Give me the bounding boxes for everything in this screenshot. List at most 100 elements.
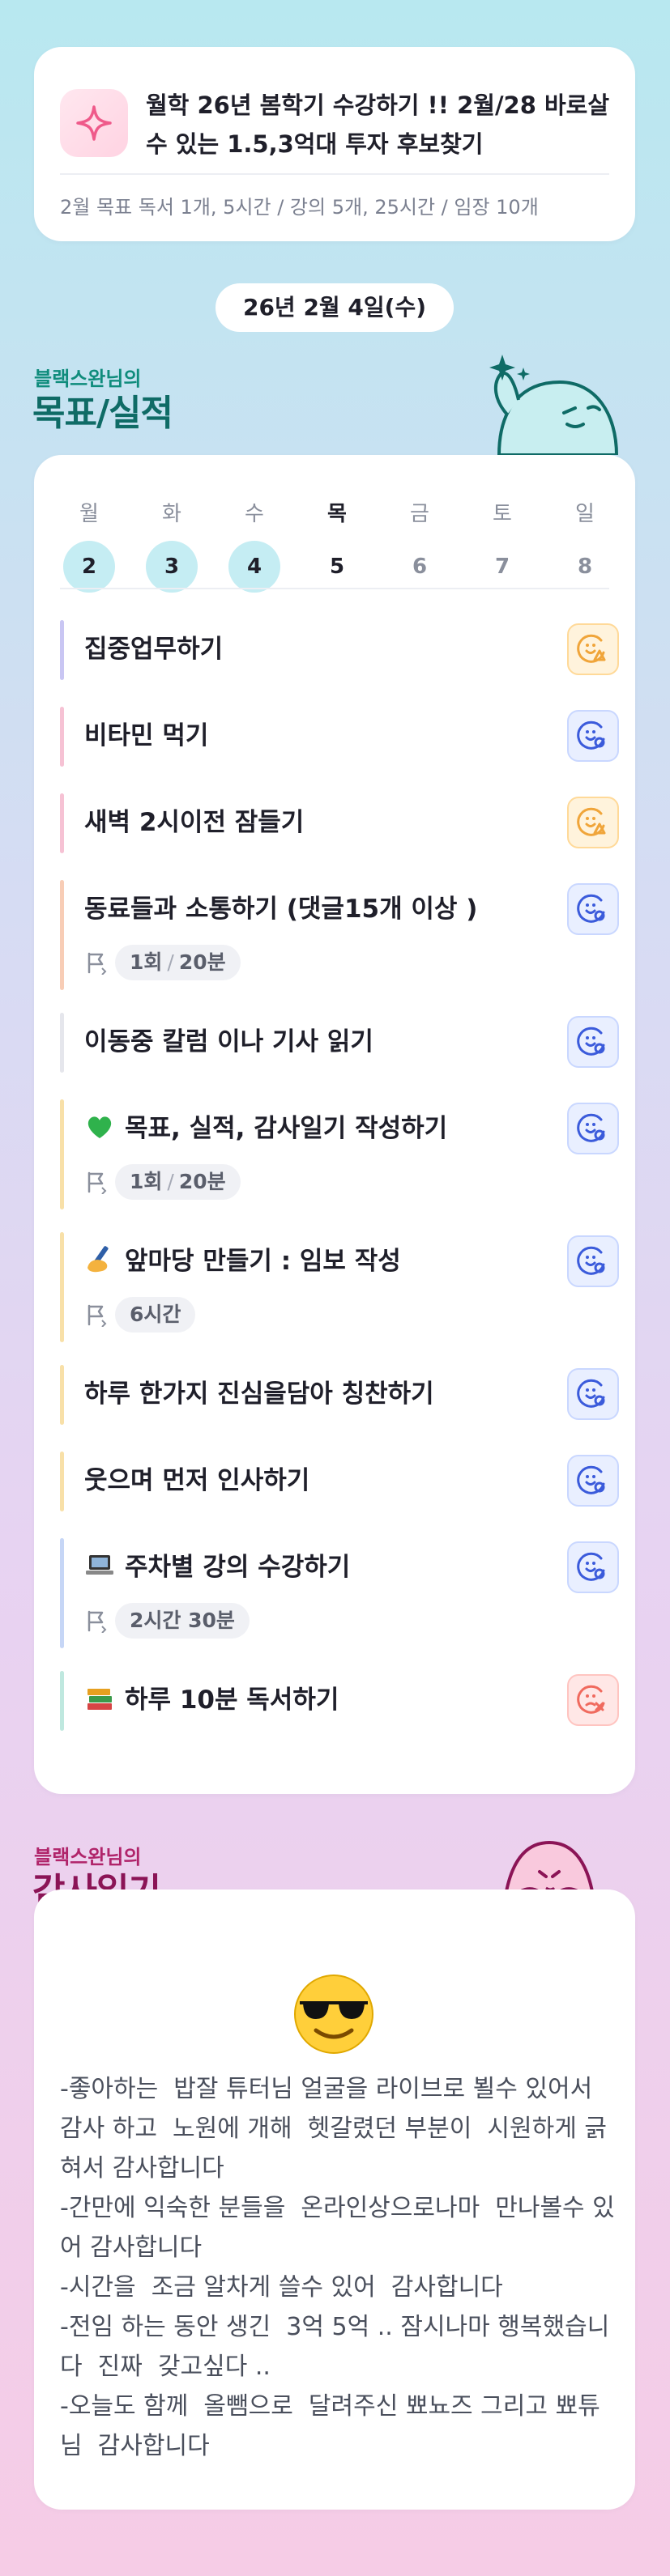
task-status-doing-button[interactable] bbox=[567, 1016, 619, 1068]
task-item[interactable]: 웃으며 먼저 인사하기 bbox=[60, 1452, 619, 1511]
task-status-doing-button[interactable] bbox=[567, 1103, 619, 1154]
task-meta: 1회/20분 bbox=[84, 943, 241, 982]
day-column-화[interactable]: 화3 bbox=[146, 497, 198, 593]
goals-section-title: 목표/실적 bbox=[32, 393, 173, 434]
day-column-목[interactable]: 목5 bbox=[311, 497, 363, 593]
task-item[interactable]: 비타민 먹기 bbox=[60, 707, 619, 767]
task-item[interactable]: 목표, 실적, 감사일기 작성하기 1회/20분 bbox=[60, 1099, 619, 1209]
task-count: 1회 bbox=[130, 950, 163, 974]
task-status-doing-button[interactable] bbox=[567, 883, 619, 935]
day-column-토[interactable]: 토7 bbox=[476, 497, 528, 593]
day-column-금[interactable]: 금6 bbox=[394, 497, 446, 593]
task-color-bar bbox=[60, 1013, 64, 1073]
task-color-bar bbox=[60, 707, 64, 767]
sunglasses-face-icon bbox=[292, 1972, 376, 2056]
ghost-mascot-icon bbox=[483, 350, 621, 457]
task-progress-chip: 2시간 30분 bbox=[115, 1603, 250, 1639]
task-label: 집중업무하기 bbox=[84, 635, 224, 664]
day-number: 6 bbox=[412, 555, 428, 579]
task-label: 하루 한가지 진심을담아 칭찬하기 bbox=[84, 1379, 434, 1409]
task-label: 이동중 칼럼 이나 기사 읽기 bbox=[84, 1027, 373, 1056]
laptop-icon bbox=[84, 1543, 115, 1575]
day-name: 금 bbox=[410, 502, 429, 526]
goal-title: 월학 26년 봄학기 수강하기 !! 2월/28 바로살수 있는 1.5,3억대… bbox=[146, 91, 610, 158]
task-item[interactable]: 집중업무하기 bbox=[60, 620, 619, 680]
goals-list-card: 월2화3수4목5금6토7일8 집중업무하기 비타민 먹기 새벽 2시이전 잠들기 동료… bbox=[34, 455, 635, 1794]
gratitude-diary-card[interactable]: -좋아하는 밥잘 튜터님 얼굴을 라이브로 뵐수 있어서 감사 하고 노원에 개… bbox=[34, 1889, 635, 2510]
task-color-bar bbox=[60, 1232, 64, 1342]
task-progress-chip: 1회/20분 bbox=[115, 945, 241, 980]
task-meta: 1회/20분 bbox=[84, 1163, 241, 1201]
task-name: 새벽 2시이전 잠들기 bbox=[84, 793, 304, 852]
day-name: 수 bbox=[245, 502, 264, 526]
task-color-bar bbox=[60, 1538, 64, 1648]
task-color-bar bbox=[60, 1452, 64, 1511]
task-label: 앞마당 만들기 : 임보 작성 bbox=[125, 1247, 401, 1276]
date-label[interactable]: 26년 2월 4일(수) bbox=[216, 283, 454, 332]
day-column-월[interactable]: 월2 bbox=[63, 497, 115, 593]
divider bbox=[60, 588, 609, 589]
day-number: 7 bbox=[494, 555, 510, 579]
task-name: 하루 10분 독서하기 bbox=[84, 1671, 339, 1729]
task-name: 동료들과 소통하기 (댓글15개 이상 ) bbox=[84, 880, 477, 938]
task-item[interactable]: 새벽 2시이전 잠들기 bbox=[60, 793, 619, 853]
task-status-warn-button[interactable] bbox=[567, 623, 619, 675]
task-progress-chip: 6시간 bbox=[115, 1297, 196, 1333]
day-name: 토 bbox=[493, 502, 512, 526]
task-item[interactable]: 하루 10분 독서하기 bbox=[60, 1671, 619, 1731]
task-label: 주차별 강의 수강하기 bbox=[125, 1553, 351, 1582]
task-label: 비타민 먹기 bbox=[84, 721, 209, 750]
divider bbox=[60, 173, 609, 175]
task-count: 1회 bbox=[130, 1170, 163, 1193]
task-duration: 20분 bbox=[178, 950, 226, 974]
books-icon bbox=[84, 1676, 115, 1710]
separator: / bbox=[167, 1170, 174, 1193]
sparkle-icon bbox=[60, 89, 128, 157]
task-color-bar bbox=[60, 793, 64, 853]
task-status-doing-button[interactable] bbox=[567, 1235, 619, 1287]
day-name: 월 bbox=[79, 502, 99, 526]
task-status-fail-button[interactable] bbox=[567, 1674, 619, 1726]
day-column-일[interactable]: 일8 bbox=[559, 497, 611, 593]
task-name: 비타민 먹기 bbox=[84, 707, 208, 765]
day-number: 3 bbox=[146, 541, 198, 593]
task-item[interactable]: 주차별 강의 수강하기 2시간 30분 bbox=[60, 1538, 619, 1648]
task-status-warn-button[interactable] bbox=[567, 797, 619, 848]
task-name: 목표, 실적, 감사일기 작성하기 bbox=[84, 1099, 447, 1158]
monthly-goal-card[interactable]: 월학 26년 봄학기 수강하기 !! 2월/28 바로살수 있는 1.5,3억대… bbox=[34, 47, 635, 241]
task-name: 집중업무하기 bbox=[84, 620, 223, 678]
task-name: 주차별 강의 수강하기 bbox=[84, 1538, 350, 1596]
flag-icon bbox=[84, 1303, 109, 1328]
task-item[interactable]: 하루 한가지 진심을담아 칭찬하기 bbox=[60, 1365, 619, 1425]
task-name: 웃으며 먼저 인사하기 bbox=[84, 1452, 309, 1510]
task-name: 하루 한가지 진심을담아 칭찬하기 bbox=[84, 1365, 434, 1423]
day-column-수[interactable]: 수4 bbox=[228, 497, 280, 593]
task-color-bar bbox=[60, 620, 64, 680]
flag-icon bbox=[84, 950, 109, 976]
flag-icon bbox=[84, 1170, 109, 1195]
task-item[interactable]: 이동중 칼럼 이나 기사 읽기 bbox=[60, 1013, 619, 1073]
day-number: 8 bbox=[577, 555, 593, 579]
task-item[interactable]: 동료들과 소통하기 (댓글15개 이상 ) 1회/20분 bbox=[60, 880, 619, 990]
task-status-doing-button[interactable] bbox=[567, 1541, 619, 1593]
task-name: 이동중 칼럼 이나 기사 읽기 bbox=[84, 1013, 373, 1071]
task-label: 새벽 2시이전 잠들기 bbox=[84, 808, 305, 837]
day-name: 목 bbox=[327, 502, 347, 526]
task-status-doing-button[interactable] bbox=[567, 1455, 619, 1507]
task-name: 앞마당 만들기 : 임보 작성 bbox=[84, 1232, 401, 1290]
goal-summary: 2월 목표 독서 1개, 5시간 / 강의 5개, 25시간 / 임장 10개 bbox=[60, 196, 539, 219]
task-status-doing-button[interactable] bbox=[567, 1368, 619, 1420]
task-color-bar bbox=[60, 1671, 64, 1731]
task-color-bar bbox=[60, 880, 64, 990]
separator: / bbox=[167, 950, 174, 974]
day-number: 2 bbox=[63, 541, 115, 593]
task-status-doing-button[interactable] bbox=[567, 710, 619, 762]
green-heart-icon bbox=[84, 1104, 115, 1138]
task-item[interactable]: 앞마당 만들기 : 임보 작성 6시간 bbox=[60, 1232, 619, 1342]
diary-text: -좋아하는 밥잘 튜터님 얼굴을 라이브로 뵐수 있어서 감사 하고 노원에 개… bbox=[60, 2075, 615, 2460]
day-name: 화 bbox=[162, 502, 181, 526]
task-label: 웃으며 먼저 인사하기 bbox=[84, 1466, 310, 1495]
day-number: 4 bbox=[228, 541, 280, 593]
task-meta: 6시간 bbox=[84, 1295, 196, 1334]
flag-icon bbox=[84, 1609, 109, 1634]
